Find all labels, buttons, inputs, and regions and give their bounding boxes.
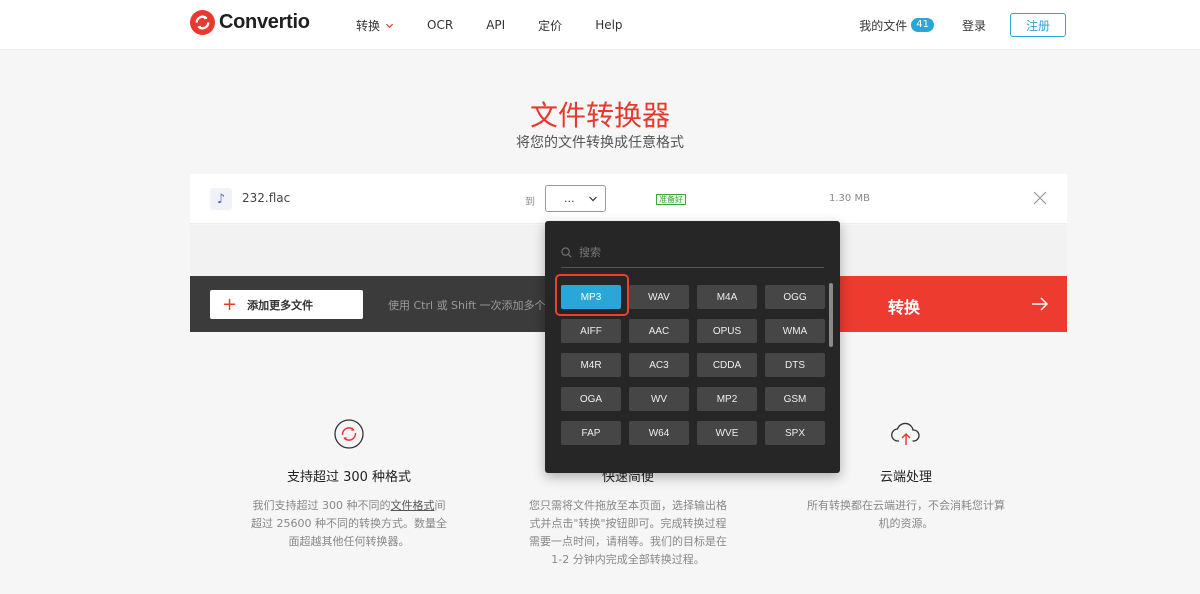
format-option-mp3[interactable]: MP3	[561, 285, 621, 309]
feature-formats-text-a: 我们支持超过 300 种不同的	[252, 499, 391, 512]
search-icon	[561, 246, 572, 257]
format-option-gsm[interactable]: GSM	[765, 387, 825, 411]
format-option-aiff[interactable]: AIFF	[561, 319, 621, 343]
format-dropdown: MP3 WAV M4A OGG AIFF AAC OPUS WMA M4R AC3 CDDA DTS O…	[545, 221, 840, 473]
top-header: Convertio 转换 OCR API 定价 Help 我的文件 41 登录 …	[0, 0, 1200, 50]
login-link[interactable]: 登录	[962, 17, 986, 34]
nav-pricing[interactable]: 定价	[538, 17, 562, 34]
multi-select-hint: 使用 Ctrl 或 Shift 一次添加多个文件	[388, 299, 548, 312]
status-badge: 准备好	[656, 194, 686, 205]
nav-ocr[interactable]: OCR	[427, 18, 453, 32]
format-search-input[interactable]	[579, 245, 799, 259]
output-format-select[interactable]: ...	[545, 185, 606, 212]
my-files-label: 我的文件	[859, 18, 908, 33]
format-option-fap[interactable]: FAP	[561, 421, 621, 445]
page-title: 文件转换器	[529, 99, 670, 132]
cloud-upload-icon	[891, 422, 920, 445]
file-formats-link[interactable]: 文件格式	[391, 499, 435, 512]
format-option-mp2[interactable]: MP2	[697, 387, 757, 411]
feature-cloud-text: 所有转换都在云端进行，不会消耗您计算机的资源。	[807, 499, 1005, 530]
format-option-wv[interactable]: WV	[629, 387, 689, 411]
format-option-m4a[interactable]: M4A	[697, 285, 757, 309]
format-option-wma[interactable]: WMA	[765, 319, 825, 343]
format-option-ogg[interactable]: OGG	[765, 285, 825, 309]
convert-cycle-icon	[334, 419, 364, 449]
dropdown-scrollbar[interactable]	[829, 283, 833, 347]
convert-button-label: 转换	[888, 298, 921, 317]
format-option-spx[interactable]: SPX	[765, 421, 825, 445]
format-select-value: ...	[564, 192, 575, 205]
brand-name: Convertio	[219, 11, 310, 33]
convertio-logo-icon	[190, 10, 215, 35]
my-files-link[interactable]: 我的文件 41	[859, 17, 934, 34]
nav-api[interactable]: API	[486, 18, 505, 32]
file-size: 1.30 MB	[829, 193, 870, 204]
feature-formats: 支持超过 300 种格式 我们支持超过 300 种不同的文件格式间超过 2560…	[249, 418, 449, 551]
to-label: 到	[525, 197, 535, 208]
format-option-w64[interactable]: W64	[629, 421, 689, 445]
feature-fast-text: 您只需将文件拖放至本页面，选择输出格式并点击"转换"按钮即可。完成转换过程需要一…	[529, 499, 727, 566]
format-option-m4r[interactable]: M4R	[561, 353, 621, 377]
format-option-dts[interactable]: DTS	[765, 353, 825, 377]
format-option-aac[interactable]: AAC	[629, 319, 689, 343]
format-option-wav[interactable]: WAV	[629, 285, 689, 309]
nav-convert[interactable]: 转换	[356, 17, 394, 34]
plus-icon: +	[222, 293, 238, 315]
format-search	[561, 237, 824, 268]
format-option-cdda[interactable]: CDDA	[697, 353, 757, 377]
nav-help[interactable]: Help	[595, 18, 622, 32]
close-icon[interactable]	[1033, 191, 1047, 205]
file-count-badge: 41	[911, 18, 934, 32]
format-option-ac3[interactable]: AC3	[629, 353, 689, 377]
format-option-opus[interactable]: OPUS	[697, 319, 757, 343]
file-name: 232.flac	[242, 191, 291, 205]
chevron-down-icon	[589, 196, 597, 201]
add-more-files-label: 添加更多文件	[247, 298, 314, 312]
page-subtitle: 将您的文件转换成任意格式	[516, 135, 684, 151]
brand-logo[interactable]: Convertio	[190, 10, 310, 35]
format-grid: MP3 WAV M4A OGG AIFF AAC OPUS WMA M4R AC3 CDDA DTS O…	[561, 285, 825, 445]
chevron-down-icon	[385, 23, 394, 28]
header-account: 我的文件 41 登录 注册	[859, 0, 1066, 50]
nav-convert-label: 转换	[356, 18, 381, 33]
format-option-oga[interactable]: OGA	[561, 387, 621, 411]
arrow-right-icon	[1032, 297, 1048, 311]
signup-button[interactable]: 注册	[1010, 13, 1066, 37]
feature-formats-text: 我们支持超过 300 种不同的文件格式间超过 25600 种不同的转换方式。数量…	[249, 497, 449, 551]
add-more-files-button[interactable]: + 添加更多文件	[210, 290, 363, 319]
format-option-wve[interactable]: WVE	[697, 421, 757, 445]
file-row: ♪ 232.flac 到 ... 准备好 1.30 MB	[190, 174, 1067, 224]
audio-file-icon: ♪	[210, 188, 232, 210]
main-nav: 转换 OCR API 定价 Help	[356, 0, 656, 50]
convert-button[interactable]: 转换	[840, 276, 1067, 332]
feature-formats-title: 支持超过 300 种格式	[286, 470, 412, 485]
